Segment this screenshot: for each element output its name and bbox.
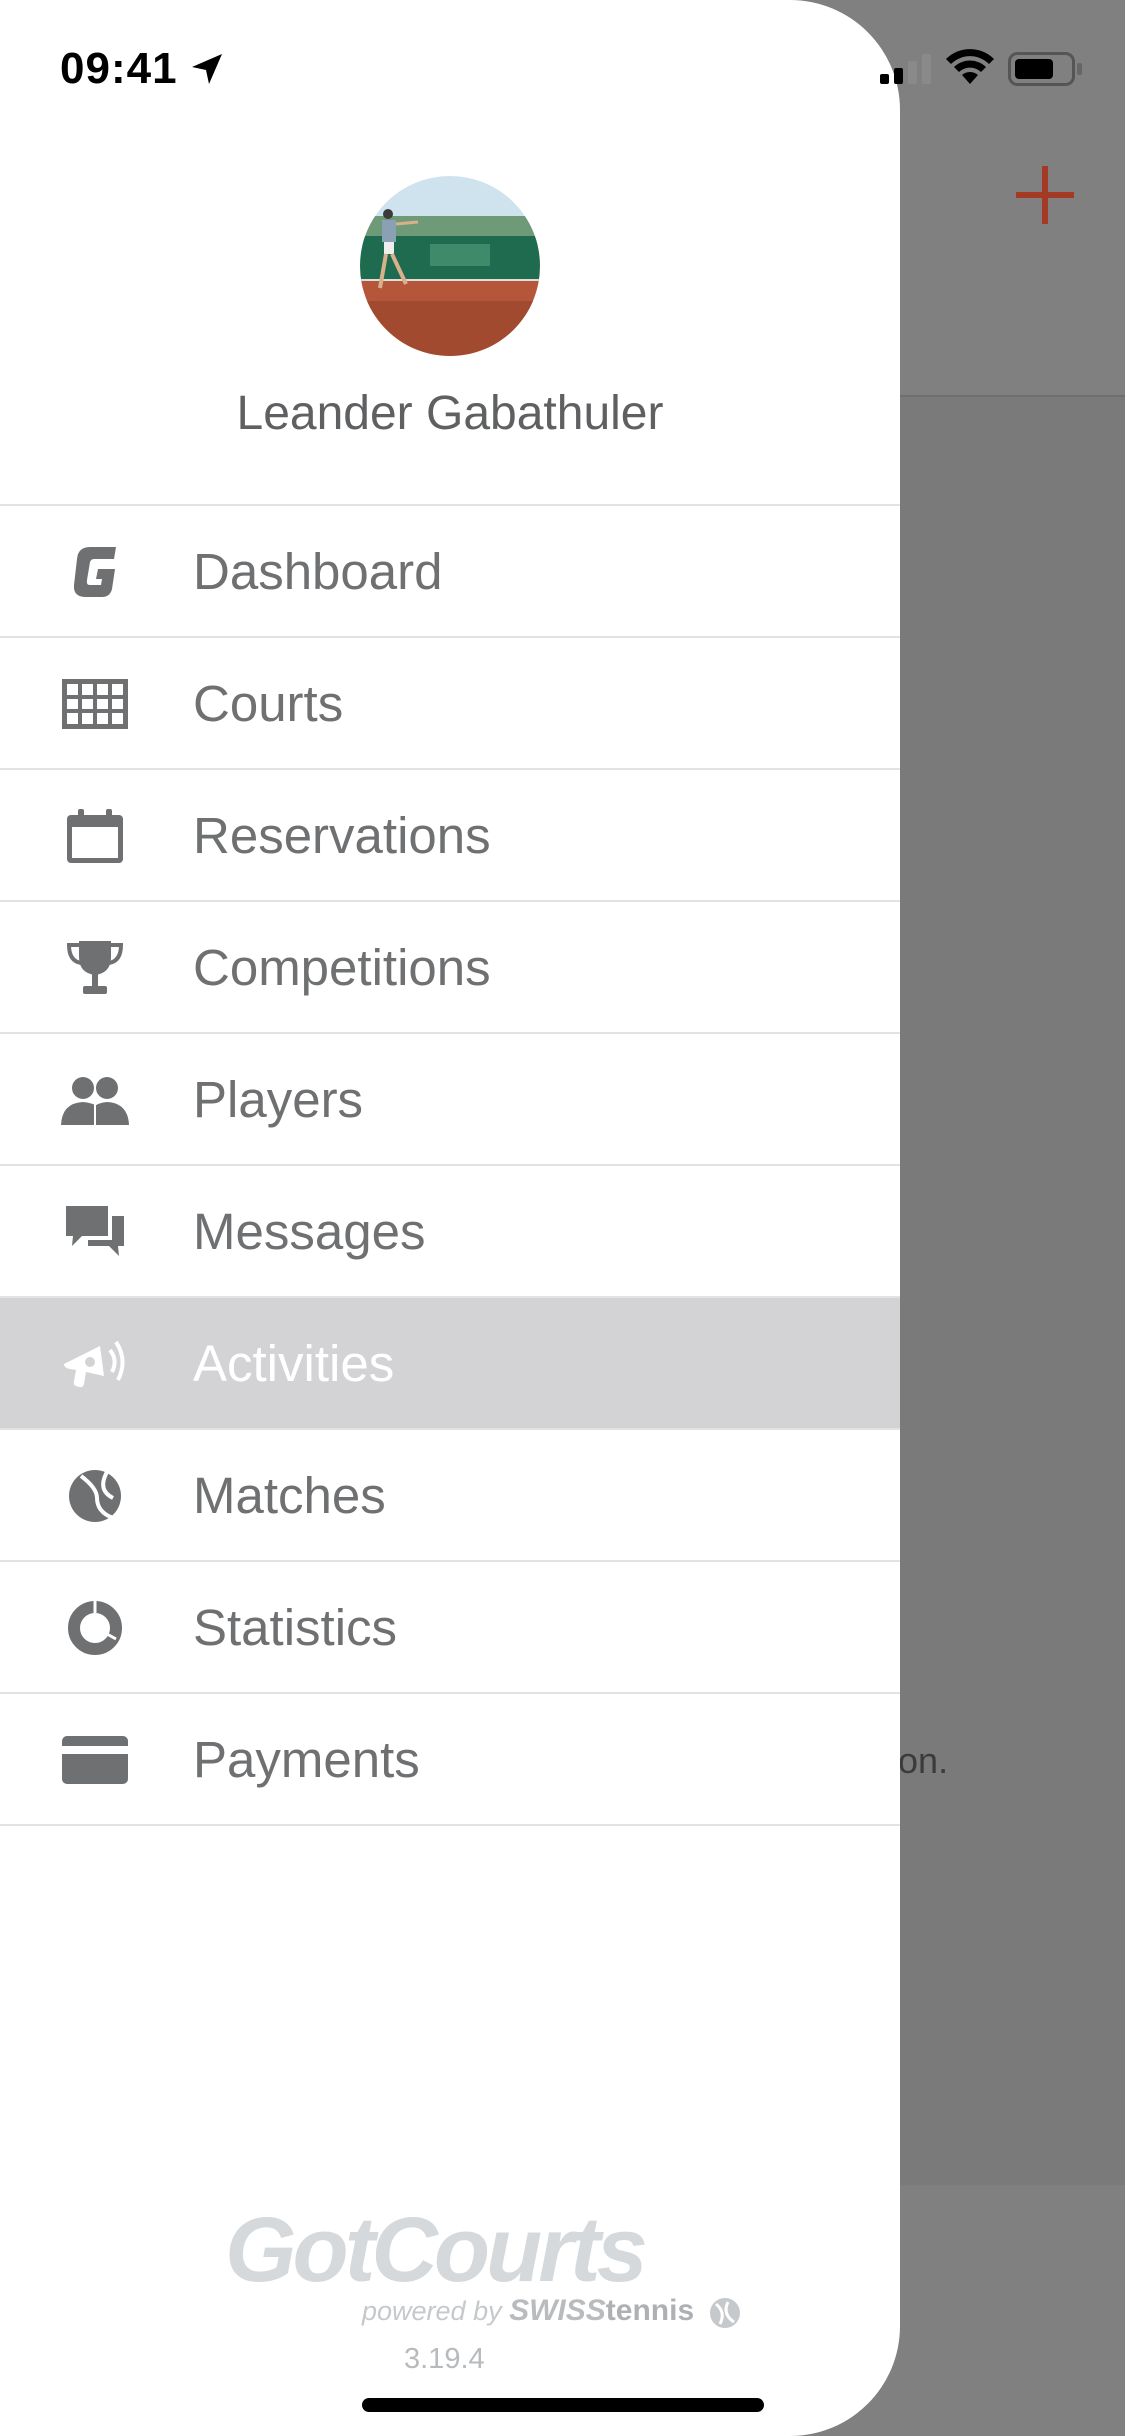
powered-by-text: powered by SWISStennis (362, 2294, 742, 2330)
home-indicator[interactable] (362, 2398, 764, 2412)
chat-bubbles-icon (60, 1199, 130, 1265)
menu-item-activities[interactable]: Activities (0, 1298, 900, 1430)
menu-label: Dashboard (193, 542, 443, 600)
menu-label: Statistics (193, 1598, 398, 1656)
swisstennis-brand-a: SWISS (509, 2294, 606, 2327)
menu-item-dashboard[interactable]: Dashboard (0, 506, 900, 638)
menu-item-statistics[interactable]: Statistics (0, 1562, 900, 1694)
menu-item-courts[interactable]: Courts (0, 638, 900, 770)
menu-label: Reservations (193, 806, 491, 864)
trophy-icon (60, 935, 130, 1001)
people-icon (60, 1067, 130, 1133)
battery-icon (1008, 52, 1082, 86)
menu-item-payments[interactable]: Payments (0, 1694, 900, 1826)
profile-name[interactable]: Leander Gabathuler (0, 386, 900, 441)
status-bar: 09:41 (0, 0, 1125, 135)
menu-item-players[interactable]: Players (0, 1034, 900, 1166)
status-time: 09:41 (60, 44, 178, 93)
add-icon[interactable] (1010, 160, 1080, 230)
menu-label: Messages (193, 1202, 426, 1260)
card-icon (60, 1727, 130, 1793)
app-version: 3.19.4 (404, 2343, 485, 2375)
avatar-photo (360, 176, 540, 356)
swisstennis-logo-icon (709, 2297, 740, 2328)
donut-chart-icon (60, 1595, 130, 1661)
location-arrow-icon (192, 54, 222, 84)
megaphone-icon (60, 1331, 130, 1397)
gotcourts-logo: GotCourts (225, 2199, 648, 2301)
powered-by-label: powered by (362, 2296, 502, 2326)
menu-item-competitions[interactable]: Competitions (0, 902, 900, 1034)
tennis-ball-icon (60, 1463, 130, 1529)
court-grid-icon (60, 671, 130, 737)
menu-label: Competitions (193, 938, 491, 996)
menu-item-messages[interactable]: Messages (0, 1166, 900, 1298)
avatar[interactable] (360, 176, 540, 356)
swisstennis-brand-b: tennis (605, 2294, 695, 2327)
menu-label: Activities (193, 1334, 395, 1392)
menu-label: Matches (193, 1466, 386, 1524)
calendar-icon (60, 803, 130, 869)
navigation-drawer: Leander Gabathuler Dashboard Courts Rese… (0, 0, 900, 2436)
menu-item-matches[interactable]: Matches (0, 1430, 900, 1562)
menu-label: Courts (193, 674, 344, 732)
drawer-menu: Dashboard Courts Reservations Competitio… (0, 504, 900, 1826)
menu-item-reservations[interactable]: Reservations (0, 770, 900, 902)
menu-label: Payments (193, 1730, 420, 1788)
gotcourts-g-icon (60, 539, 130, 605)
cellular-signal-icon (880, 54, 931, 84)
menu-label: Players (193, 1070, 364, 1128)
wifi-icon (946, 49, 994, 84)
